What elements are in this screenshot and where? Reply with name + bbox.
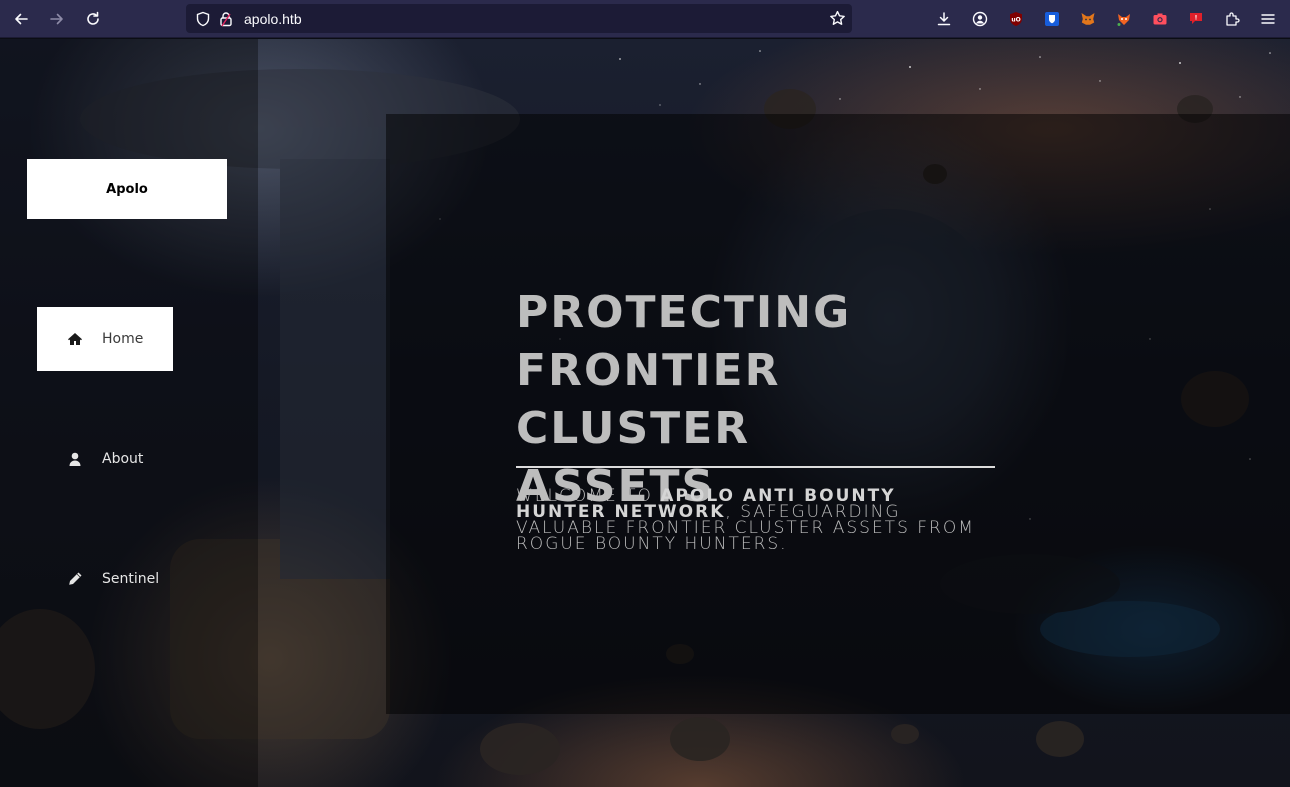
ublock-icon: uO — [1010, 12, 1022, 26]
download-icon — [937, 12, 951, 26]
lock-icon[interactable] — [218, 11, 234, 27]
bitwarden-icon — [1045, 12, 1059, 26]
reload-icon — [87, 11, 99, 25]
nav-item-home-label[interactable]: Home — [102, 331, 143, 347]
hacktools-extension[interactable]: ! — [1178, 1, 1214, 37]
screenshot-extension[interactable] — [1142, 1, 1178, 37]
back-button[interactable] — [3, 1, 39, 37]
account-icon — [972, 11, 988, 27]
nav-item-sentinel-label[interactable]: Sentinel — [102, 571, 159, 587]
hero-title: PROTECTING FRONTIER CLUSTER ASSETS — [516, 284, 996, 516]
page-viewport: Apolo Home About Sentinel PROTECTING FRO… — [0, 39, 1290, 787]
extensions-button[interactable] — [1214, 1, 1250, 37]
forward-button[interactable] — [39, 1, 75, 37]
url-text[interactable]: apolo.htb — [244, 11, 302, 27]
metamask-extension[interactable] — [1070, 1, 1106, 37]
hero-title-line: FRONTIER CLUSTER — [516, 345, 781, 454]
nav-item-about[interactable]: About — [37, 427, 173, 491]
account-button[interactable] — [962, 1, 998, 37]
shield-icon[interactable] — [195, 11, 211, 27]
site-logo-text[interactable]: Apolo — [106, 182, 148, 197]
sidebar-shade — [0, 39, 258, 787]
fox-icon — [1081, 13, 1095, 25]
menu-button[interactable] — [1250, 1, 1286, 37]
home-icon — [67, 331, 83, 347]
downloads-button[interactable] — [926, 1, 962, 37]
reload-button[interactable] — [75, 1, 111, 37]
svg-text:uO: uO — [1011, 17, 1020, 24]
arrow-right-icon — [50, 13, 63, 25]
bookmark-star-icon[interactable] — [829, 10, 846, 27]
hacktools-icon: ! — [1190, 13, 1202, 24]
pencil-icon — [67, 571, 83, 587]
user-icon — [67, 451, 83, 467]
nav-item-about-label[interactable]: About — [102, 451, 143, 467]
ublock-extension[interactable]: uO — [998, 1, 1034, 37]
hero-title-line: PROTECTING — [516, 287, 852, 338]
bitwarden-extension[interactable] — [1034, 1, 1070, 37]
site-logo[interactable]: Apolo — [27, 159, 227, 219]
svg-text:!: ! — [1195, 15, 1198, 22]
camera-icon — [1153, 13, 1167, 25]
hamburger-menu-icon — [1261, 14, 1275, 24]
toolbar-right: uO ! — [926, 0, 1286, 38]
foxyproxy-extension[interactable] — [1106, 1, 1142, 37]
puzzle-icon — [1226, 12, 1240, 26]
arrow-left-icon — [15, 13, 28, 25]
nav-item-sentinel[interactable]: Sentinel — [37, 547, 173, 611]
nav-item-home[interactable]: Home — [37, 307, 173, 371]
hero-description: WELCOME TO APOLO ANTI BOUNTY HUNTER NETW… — [516, 488, 986, 553]
browser-toolbar: apolo.htb uO ! — [0, 0, 1290, 38]
hero-divider — [516, 466, 995, 468]
foxyproxy-icon — [1117, 14, 1130, 26]
url-bar[interactable]: apolo.htb — [186, 4, 852, 33]
